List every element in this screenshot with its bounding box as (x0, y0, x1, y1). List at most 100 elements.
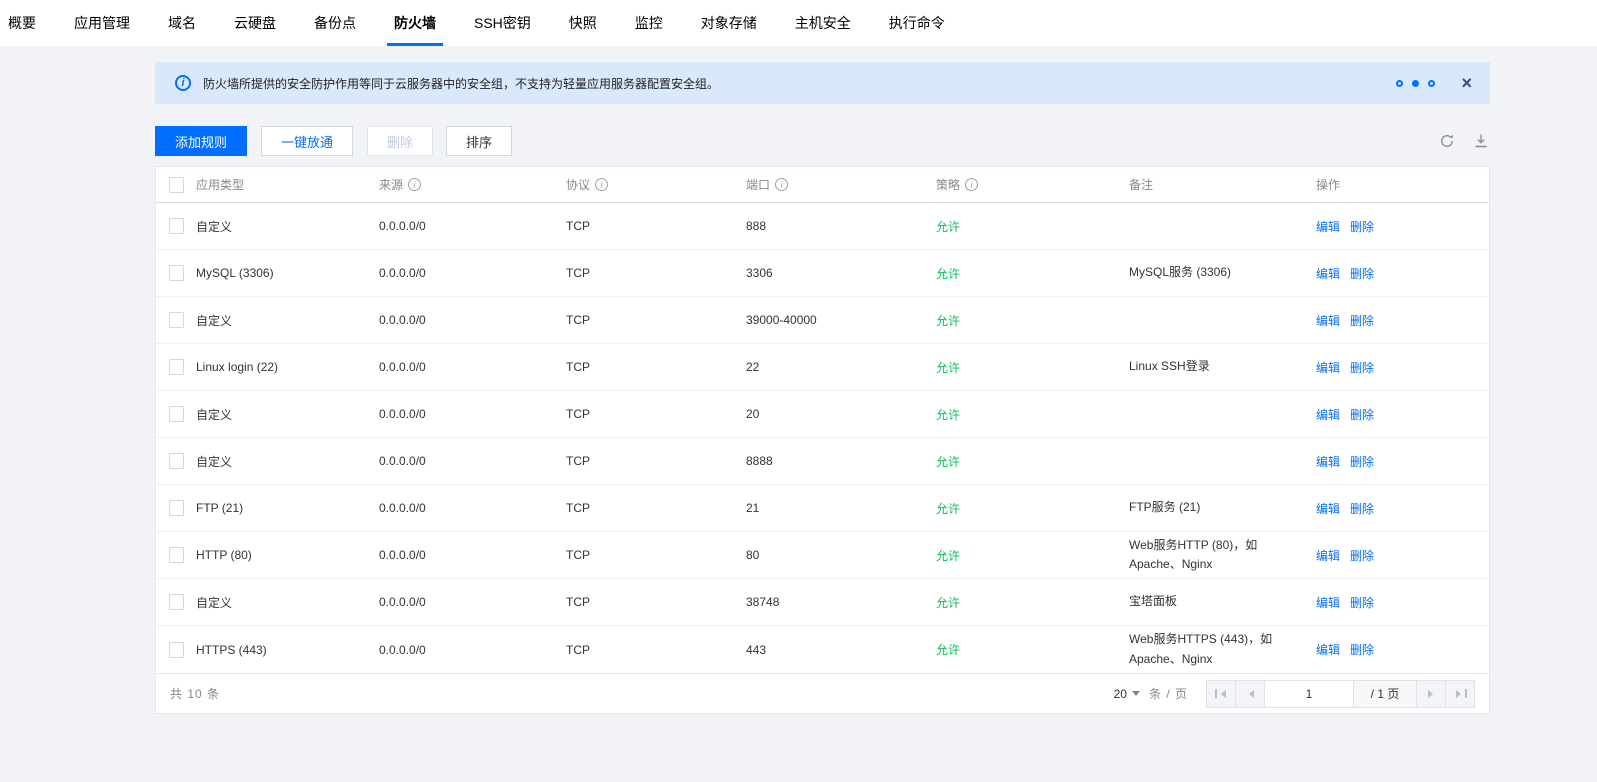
carousel-dot-2-active[interactable] (1412, 79, 1420, 87)
policy-info-icon[interactable] (965, 178, 979, 191)
table-row: 自定义 0.0.0.0/0 TCP 8888 允许 编辑 删除 (156, 438, 1489, 485)
tab-app-management[interactable]: 应用管理 (67, 0, 137, 46)
edit-link[interactable]: 编辑 (1316, 502, 1340, 516)
cell-protocol: TCP (566, 360, 590, 374)
carousel-dot-1[interactable] (1396, 79, 1404, 87)
edit-link[interactable]: 编辑 (1316, 596, 1340, 610)
next-page-button[interactable] (1416, 679, 1446, 708)
prev-page-button[interactable] (1235, 679, 1265, 708)
row-checkbox[interactable] (169, 500, 184, 516)
open-all-ports-button[interactable]: 一键放通 (261, 126, 354, 156)
edit-link[interactable]: 编辑 (1316, 643, 1340, 657)
table-row: 自定义 0.0.0.0/0 TCP 38748 允许 宝塔面板 编辑 删除 (156, 579, 1489, 626)
edit-link[interactable]: 编辑 (1316, 314, 1340, 328)
cell-remark: 宝塔面板 (1129, 594, 1178, 609)
page-size-unit: 条 / 页 (1148, 687, 1188, 701)
edit-link[interactable]: 编辑 (1316, 455, 1340, 469)
edit-link[interactable]: 编辑 (1316, 361, 1340, 375)
cell-remark: Linux SSH登录 (1129, 359, 1210, 374)
page-size-value: 20 (1113, 686, 1127, 701)
cell-protocol: TCP (566, 266, 590, 280)
cell-policy: 允许 (936, 407, 961, 422)
col-protocol: 协议 (566, 176, 746, 193)
tab-monitor[interactable]: 监控 (628, 0, 670, 46)
delete-link[interactable]: 删除 (1350, 408, 1374, 422)
table-footer: 共 10 条 20 条 / 页 1 / 1 页 (156, 673, 1489, 713)
add-rule-button[interactable]: 添加规则 (155, 126, 248, 156)
row-checkbox[interactable] (169, 265, 184, 281)
tab-ssh-key[interactable]: SSH密钥 (467, 0, 538, 46)
edit-link[interactable]: 编辑 (1316, 549, 1340, 563)
tab-overview[interactable]: 概要 (1, 0, 43, 46)
edit-link[interactable]: 编辑 (1316, 408, 1340, 422)
toolbar: 添加规则 一键放通 删除 排序 (155, 126, 1490, 156)
page-total-label: / 1 页 (1353, 679, 1417, 708)
cell-source: 0.0.0.0/0 (379, 313, 426, 327)
sort-button[interactable]: 排序 (446, 126, 513, 156)
table-row: 自定义 0.0.0.0/0 TCP 888 允许 编辑 删除 (156, 203, 1489, 250)
edit-link[interactable]: 编辑 (1316, 220, 1340, 234)
first-page-button[interactable] (1206, 679, 1236, 708)
row-checkbox[interactable] (169, 594, 184, 610)
delete-link[interactable]: 删除 (1350, 455, 1374, 469)
page-input[interactable]: 1 (1264, 679, 1354, 708)
cell-app-type: MySQL (3306) (196, 266, 274, 280)
tab-snapshot[interactable]: 快照 (562, 0, 604, 46)
delete-link[interactable]: 删除 (1350, 314, 1374, 328)
delete-link[interactable]: 删除 (1350, 549, 1374, 563)
carousel-dot-3[interactable] (1428, 79, 1436, 87)
port-info-icon[interactable] (775, 178, 789, 191)
cell-source: 0.0.0.0/0 (379, 407, 426, 421)
col-app-type: 应用类型 (196, 178, 245, 192)
select-all-checkbox[interactable] (169, 176, 184, 193)
row-checkbox[interactable] (169, 218, 184, 234)
tab-backup-point[interactable]: 备份点 (307, 0, 363, 46)
tab-run-command[interactable]: 执行命令 (882, 0, 952, 46)
download-icon[interactable] (1472, 132, 1490, 150)
row-checkbox[interactable] (169, 547, 184, 563)
tab-object-storage[interactable]: 对象存储 (694, 0, 764, 46)
tab-firewall[interactable]: 防火墙 (387, 0, 443, 46)
cell-policy: 允许 (936, 313, 961, 328)
info-banner: 防火墙所提供的安全防护作用等同于云服务器中的安全组，不支持为轻量应用服务器配置安… (155, 62, 1490, 104)
delete-button[interactable]: 删除 (367, 126, 434, 156)
cell-remark: FTP服务 (21) (1129, 500, 1201, 515)
cell-app-type: Linux login (22) (196, 360, 279, 374)
delete-link[interactable]: 删除 (1350, 502, 1374, 516)
info-icon (175, 75, 191, 91)
page-size-select[interactable]: 20 条 / 页 (1114, 685, 1188, 702)
cell-port: 8888 (746, 454, 773, 468)
cell-protocol: TCP (566, 407, 590, 421)
delete-link[interactable]: 删除 (1350, 361, 1374, 375)
row-checkbox[interactable] (169, 359, 184, 375)
delete-link[interactable]: 删除 (1350, 643, 1374, 657)
delete-link[interactable]: 删除 (1350, 596, 1374, 610)
tab-domain[interactable]: 域名 (161, 0, 203, 46)
firewall-rules-table: 应用类型 来源 协议 端口 策略 备注 操作 自定义 0.0.0.0/0 TCP… (155, 166, 1490, 714)
tab-host-security[interactable]: 主机安全 (788, 0, 858, 46)
cell-protocol: TCP (566, 642, 590, 657)
edit-link[interactable]: 编辑 (1316, 267, 1340, 281)
cell-source: 0.0.0.0/0 (379, 595, 426, 609)
cell-app-type: FTP (21) (196, 501, 244, 515)
cell-app-type: 自定义 (196, 313, 233, 328)
cell-source: 0.0.0.0/0 (379, 642, 426, 657)
tab-cloud-disk[interactable]: 云硬盘 (227, 0, 283, 46)
cell-app-type: 自定义 (196, 595, 233, 610)
last-page-button[interactable] (1445, 679, 1475, 708)
cell-port: 38748 (746, 595, 780, 609)
row-checkbox[interactable] (169, 312, 184, 328)
source-info-icon[interactable] (408, 178, 422, 191)
protocol-info-icon[interactable] (595, 178, 609, 191)
refresh-icon[interactable] (1438, 132, 1456, 150)
cell-port: 888 (746, 219, 767, 233)
main-content: 防火墙所提供的安全防护作用等同于云服务器中的安全组，不支持为轻量应用服务器配置安… (155, 62, 1490, 714)
delete-link[interactable]: 删除 (1350, 267, 1374, 281)
row-checkbox[interactable] (169, 453, 184, 469)
close-icon[interactable] (1461, 74, 1472, 92)
table-row: HTTP (80) 0.0.0.0/0 TCP 80 允许 Web服务HTTP … (156, 532, 1489, 579)
total-count: 共 10 条 (170, 687, 221, 701)
delete-link[interactable]: 删除 (1350, 220, 1374, 234)
row-checkbox[interactable] (169, 406, 184, 422)
row-checkbox[interactable] (169, 641, 184, 658)
